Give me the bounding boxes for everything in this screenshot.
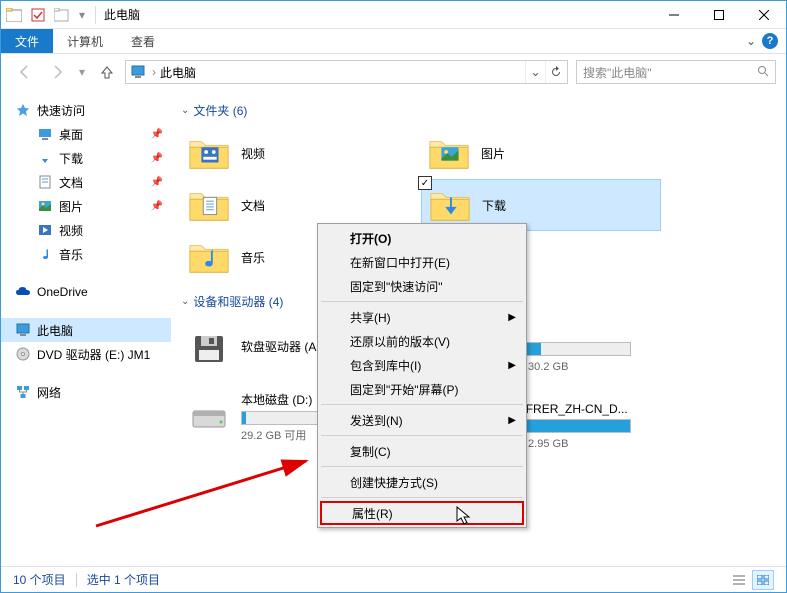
menu-item[interactable]: 固定到"开始"屏幕(P): [320, 377, 524, 401]
back-button[interactable]: [11, 58, 39, 86]
pc-icon: [15, 322, 31, 338]
search-icon: [757, 65, 769, 80]
menu-item[interactable]: 还原以前的版本(V): [320, 329, 524, 353]
breadcrumb-chevron-icon[interactable]: ›: [152, 65, 156, 79]
close-button[interactable]: [741, 1, 786, 29]
ribbon-tabs: 文件 计算机 查看 ⌄ ?: [1, 29, 786, 54]
menu-separator: [321, 497, 523, 498]
tab-view[interactable]: 查看: [117, 29, 169, 53]
submenu-arrow-icon: ▶: [508, 415, 516, 426]
window-title: 此电脑: [104, 6, 140, 23]
folder-icon: [428, 185, 472, 225]
pc-icon: [128, 62, 148, 82]
hdd-icon: [187, 397, 231, 437]
tab-computer[interactable]: 计算机: [53, 29, 117, 53]
sidebar-this-pc[interactable]: 此电脑: [1, 318, 171, 342]
sidebar-dvd[interactable]: DVD 驱动器 (E:) JM1: [1, 342, 171, 366]
submenu-arrow-icon: ▶: [508, 312, 516, 323]
address-bar[interactable]: › 此电脑 ⌄: [125, 60, 568, 84]
context-menu: 打开(O)在新窗口中打开(E)固定到"快速访问" 共享(H)▶还原以前的版本(V)…: [317, 223, 527, 528]
status-count: 10 个项目: [13, 571, 66, 588]
downloads-icon: [37, 150, 53, 166]
view-details-button[interactable]: [728, 570, 750, 590]
sidebar-item-documents[interactable]: 文档📌: [1, 170, 171, 194]
network-icon: [15, 384, 31, 400]
title-bar: ▾ 此电脑: [1, 1, 786, 29]
videos-icon: [37, 222, 53, 238]
floppy-icon: [187, 328, 231, 368]
refresh-button[interactable]: [545, 61, 565, 83]
documents-icon: [37, 174, 53, 190]
menu-item[interactable]: 固定到"快速访问": [320, 274, 524, 298]
qat-properties-icon[interactable]: [27, 4, 49, 26]
sidebar-onedrive[interactable]: OneDrive: [1, 280, 171, 304]
disc-icon: [15, 346, 31, 362]
address-dropdown-icon[interactable]: ⌄: [525, 61, 545, 83]
chevron-down-icon: ⌄: [181, 296, 189, 307]
star-icon: [15, 102, 31, 118]
sidebar-item-videos[interactable]: 视频: [1, 218, 171, 242]
search-placeholder: 搜索"此电脑": [583, 64, 652, 81]
navigation-bar: ▾ › 此电脑 ⌄ 搜索"此电脑": [1, 54, 786, 90]
minimize-button[interactable]: [651, 1, 696, 29]
folder-videos[interactable]: 视频: [181, 127, 421, 179]
sidebar-item-downloads[interactable]: 下载📌: [1, 146, 171, 170]
pin-icon: 📌: [151, 177, 163, 188]
history-dropdown-icon[interactable]: ▾: [75, 65, 89, 79]
pin-icon: 📌: [151, 153, 163, 164]
folder-pictures[interactable]: 图片: [421, 127, 661, 179]
sidebar-item-music[interactable]: 音乐: [1, 242, 171, 266]
pictures-icon: [37, 198, 53, 214]
folder-icon: [187, 185, 231, 225]
qat-new-folder-icon[interactable]: [51, 4, 73, 26]
qat-dropdown-icon[interactable]: ▾: [75, 4, 89, 26]
chevron-down-icon: ⌄: [181, 105, 189, 116]
navigation-pane: 快速访问 桌面📌下载📌文档📌图片📌视频音乐 OneDrive 此电脑 DVD 驱…: [1, 90, 171, 563]
menu-separator: [321, 466, 523, 467]
menu-item[interactable]: 在新窗口中打开(E): [320, 250, 524, 274]
status-bar: 10 个项目 选中 1 个项目: [1, 566, 786, 592]
cloud-icon: [15, 284, 31, 300]
ribbon-expand-icon[interactable]: ⌄: [746, 34, 756, 48]
view-icons-button[interactable]: [752, 570, 774, 590]
menu-separator: [321, 404, 523, 405]
pin-icon: 📌: [151, 201, 163, 212]
menu-item[interactable]: 创建快捷方式(S): [320, 470, 524, 494]
sidebar-item-desktop[interactable]: 桌面📌: [1, 122, 171, 146]
music-icon: [37, 246, 53, 262]
menu-item[interactable]: 打开(O): [320, 226, 524, 250]
forward-button[interactable]: [43, 58, 71, 86]
address-text: 此电脑: [160, 64, 525, 81]
folder-icon: [187, 133, 231, 173]
sidebar-network[interactable]: 网络: [1, 380, 171, 404]
menu-item[interactable]: 复制(C): [320, 439, 524, 463]
tab-file[interactable]: 文件: [1, 29, 53, 53]
app-icon: [3, 4, 25, 26]
menu-item[interactable]: 包含到库中(I)▶: [320, 353, 524, 377]
up-button[interactable]: [93, 58, 121, 86]
menu-item[interactable]: 共享(H)▶: [320, 305, 524, 329]
menu-separator: [321, 435, 523, 436]
menu-item[interactable]: 属性(R): [320, 501, 524, 525]
pin-icon: 📌: [151, 129, 163, 140]
status-selected: 选中 1 个项目: [87, 571, 160, 588]
help-icon[interactable]: ?: [762, 33, 778, 49]
menu-item[interactable]: 发送到(N)▶: [320, 408, 524, 432]
sidebar-item-pictures[interactable]: 图片📌: [1, 194, 171, 218]
section-folders[interactable]: ⌄ 文件夹 (6): [181, 102, 776, 119]
search-input[interactable]: 搜索"此电脑": [576, 60, 776, 84]
folder-icon: [427, 133, 471, 173]
sidebar-quick-access[interactable]: 快速访问: [1, 98, 171, 122]
folder-icon: [187, 237, 231, 277]
maximize-button[interactable]: [696, 1, 741, 29]
desktop-icon: [37, 126, 53, 142]
submenu-arrow-icon: ▶: [508, 360, 516, 371]
menu-separator: [321, 301, 523, 302]
